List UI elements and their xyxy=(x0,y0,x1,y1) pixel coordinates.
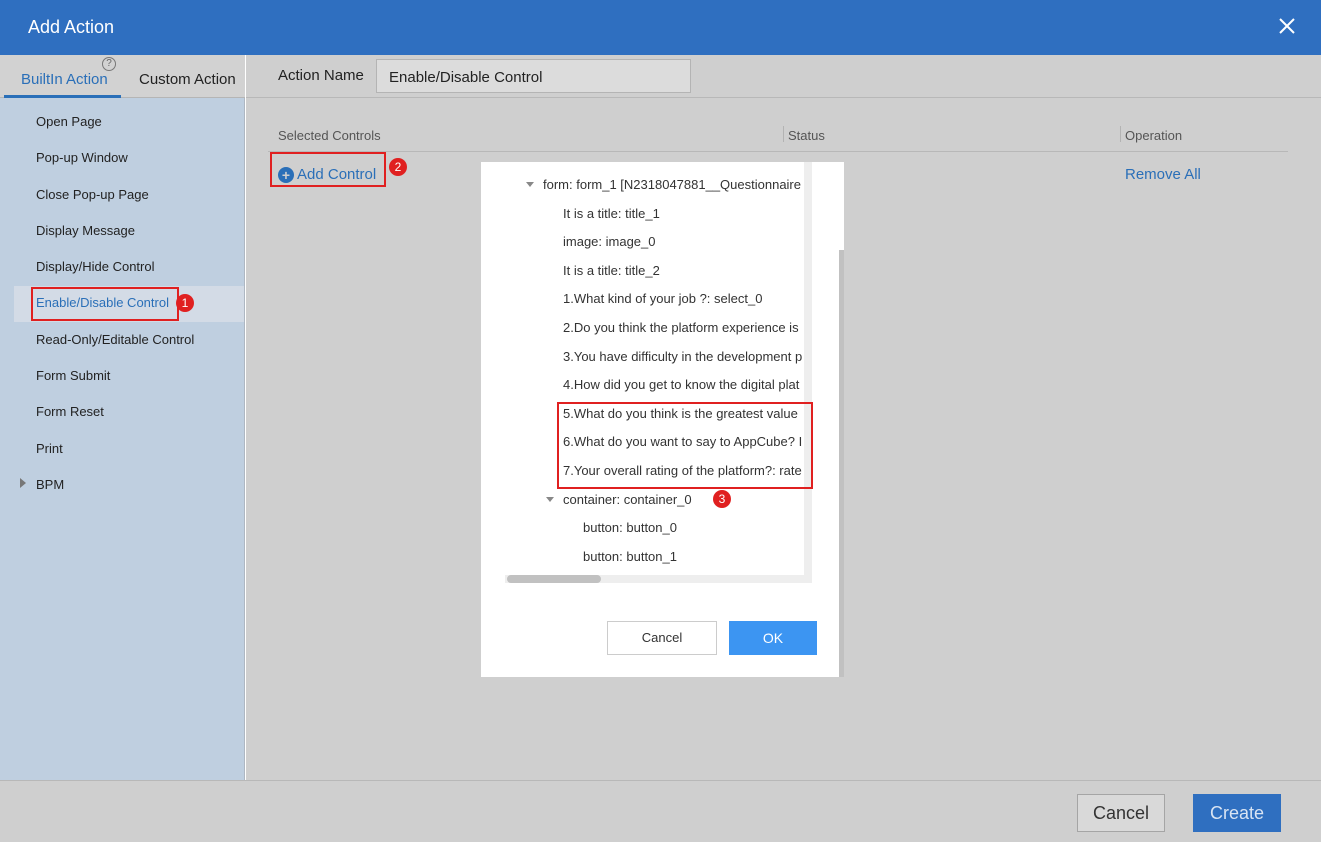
action-name-input[interactable]: Enable/Disable Control xyxy=(376,59,691,93)
tab-custom-action[interactable]: Custom Action xyxy=(139,71,236,88)
create-button[interactable]: Create xyxy=(1193,794,1281,832)
tab-builtin-action[interactable]: BuiltIn Action xyxy=(21,71,108,88)
annotation-box-1 xyxy=(31,287,179,321)
action-type-panel: BuiltIn Action ? Custom Action Open Page… xyxy=(0,55,245,780)
help-icon[interactable]: ? xyxy=(102,57,116,71)
active-tab-indicator xyxy=(4,95,121,98)
column-header-status: Status xyxy=(788,128,825,143)
collapse-arrow-icon[interactable] xyxy=(546,497,554,502)
close-icon[interactable] xyxy=(1275,14,1299,38)
tree-node[interactable]: 1.What kind of your job ?: select_0 xyxy=(563,291,762,306)
dialog-titlebar: Add Action xyxy=(0,0,1321,55)
dialog-footer: Cancel Create xyxy=(0,780,1321,842)
tree-node[interactable]: 3.You have difficulty in the development… xyxy=(563,349,802,364)
annotation-badge-2: 2 xyxy=(389,158,407,176)
collapse-arrow-icon[interactable] xyxy=(526,182,534,187)
action-name-row: Action Name Enable/Disable Control xyxy=(246,55,1321,98)
tree-node-form[interactable]: form: form_1 [N2318047881__Questionnaire xyxy=(543,177,801,192)
annotation-badge-1: 1 xyxy=(176,294,194,312)
menu-item-readonly-editable-control[interactable]: Read-Only/Editable Control xyxy=(36,332,194,347)
menu-item-close-popup[interactable]: Close Pop-up Page xyxy=(36,187,149,202)
tree-horizontal-scroll-thumb[interactable] xyxy=(507,575,601,583)
column-separator xyxy=(1120,126,1121,142)
table-header-divider xyxy=(268,151,1288,152)
annotation-box-2 xyxy=(270,152,386,187)
expand-arrow-icon[interactable] xyxy=(20,478,26,488)
dialog-title: Add Action xyxy=(28,17,115,37)
tree-node[interactable]: image: image_0 xyxy=(563,234,656,249)
tree-node[interactable]: 2.Do you think the platform experience i… xyxy=(563,320,799,335)
modal-cancel-button[interactable]: Cancel xyxy=(607,621,717,655)
menu-item-open-page[interactable]: Open Page xyxy=(36,114,102,129)
menu-item-print[interactable]: Print xyxy=(36,441,63,456)
menu-item-bpm[interactable]: BPM xyxy=(36,477,64,492)
action-tabs: BuiltIn Action ? Custom Action xyxy=(0,55,245,98)
menu-item-display-hide-control[interactable]: Display/Hide Control xyxy=(36,259,155,274)
menu-item-form-submit[interactable]: Form Submit xyxy=(36,368,110,383)
tree-node[interactable]: button: button_1 xyxy=(583,549,677,564)
tree-node[interactable]: It is a title: title_2 xyxy=(563,263,660,278)
annotation-box-3 xyxy=(557,402,813,489)
control-tree: form: form_1 [N2318047881__Questionnaire… xyxy=(505,162,812,582)
tree-node-container[interactable]: container: container_0 xyxy=(563,492,692,507)
annotation-badge-3: 3 xyxy=(713,490,731,508)
column-separator xyxy=(783,126,784,142)
cancel-button[interactable]: Cancel xyxy=(1077,794,1165,832)
tree-node[interactable]: button: button_0 xyxy=(583,520,677,535)
menu-item-display-message[interactable]: Display Message xyxy=(36,223,135,238)
menu-item-popup-window[interactable]: Pop-up Window xyxy=(36,150,128,165)
menu-item-form-reset[interactable]: Form Reset xyxy=(36,404,104,419)
remove-all-link[interactable]: Remove All xyxy=(1125,166,1201,183)
action-name-label: Action Name xyxy=(278,67,364,84)
tree-node[interactable]: 4.How did you get to know the digital pl… xyxy=(563,377,799,392)
column-header-selected-controls: Selected Controls xyxy=(278,128,381,143)
tree-node[interactable]: It is a title: title_1 xyxy=(563,206,660,221)
modal-vertical-scrollbar[interactable] xyxy=(839,250,844,677)
tree-scroll-gutter xyxy=(804,162,812,582)
column-header-operation: Operation xyxy=(1125,128,1183,143)
modal-ok-button[interactable]: OK xyxy=(729,621,817,655)
